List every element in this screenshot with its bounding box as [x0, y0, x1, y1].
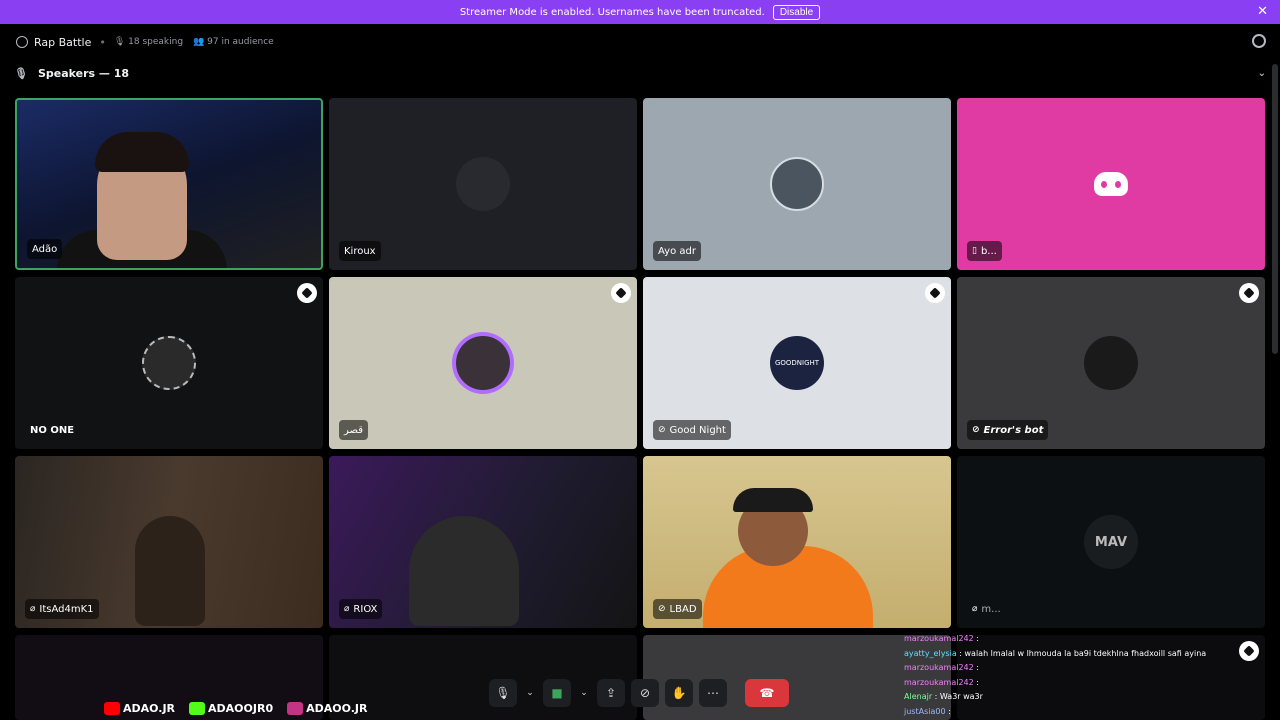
speaker-tile[interactable]: Ayo adr [643, 98, 951, 270]
speaker-tile[interactable]: Kiroux [329, 98, 637, 270]
invite-speaker-button[interactable]: ✋ [665, 679, 693, 707]
mic-button[interactable]: 🎙 [489, 679, 517, 707]
video-feed [409, 516, 519, 626]
muted-icon: ⌀ [344, 604, 350, 614]
speakers-section-header[interactable]: 🎙 Speakers — 18 ⌄ [0, 62, 1280, 84]
moderator-badge-icon [1239, 283, 1259, 303]
youtube-handle: ADAO.JR [104, 702, 175, 715]
people-icon: 👥 [193, 37, 208, 47]
chat-message: Alenajr : Wa3r wa3r [904, 692, 983, 702]
instagram-icon [287, 702, 304, 715]
stage-header: Rap Battle • 🎙 18 speaking 👥 97 in audie… [0, 24, 1280, 60]
youtube-icon [104, 702, 120, 715]
muted-icon: ⌀ [30, 604, 36, 614]
speaker-name: NO ONE [30, 424, 75, 436]
avatar: GOODNIGHT [770, 336, 824, 390]
speaker-name: ⊘ Error's bot [967, 420, 1049, 440]
avatar: MAV [1084, 515, 1138, 569]
moderator-badge-icon [297, 283, 317, 303]
avatar [1084, 336, 1138, 390]
close-icon[interactable]: ✕ [1257, 4, 1268, 19]
chevron-down-icon[interactable]: ⌄ [1258, 68, 1266, 79]
disable-streamer-mode-button[interactable]: Disable [772, 4, 821, 20]
chat-message: marzoukamal242 : [904, 634, 979, 643]
discord-icon [1094, 172, 1128, 196]
stage-title: Rap Battle [34, 35, 92, 49]
stream-chat-overlay: marzoukamal242 : ayatty_elysia : walah l… [904, 632, 1244, 720]
speaker-name: ⌀ ItsAd4mK1 [25, 599, 99, 619]
phone-icon: ▯ [972, 246, 977, 256]
streamer-mode-banner: Streamer Mode is enabled. Usernames have… [0, 0, 1280, 24]
speaker-tile[interactable]: قصر [329, 277, 637, 449]
muted-icon: ⊘ [658, 604, 666, 614]
instagram-handle: ADAOO.JR [287, 702, 367, 715]
mic-icon: 🎙 [14, 66, 28, 80]
speaker-name: Kiroux [339, 241, 381, 261]
muted-icon: ⊘ [658, 425, 666, 435]
speaker-tile[interactable]: ⊘ LBAD [643, 456, 951, 628]
avatar [456, 336, 510, 390]
separator: • [99, 35, 106, 49]
speaker-tile[interactable]: MAV ⌀ m... [957, 456, 1265, 628]
speaker-tile[interactable]: ⌀ ItsAd4mK1 [15, 456, 323, 628]
video-feed [95, 132, 189, 172]
speaker-tile[interactable]: NO ONE [15, 277, 323, 449]
mic-icon: 🎙 [113, 37, 129, 47]
screen-share-button[interactable]: ⇪ [597, 679, 625, 707]
chat-bubble-icon[interactable] [1252, 34, 1266, 48]
speaker-name: Ayo adr [653, 241, 701, 261]
chevron-down-icon[interactable]: ⌄ [577, 679, 591, 707]
kick-icon [189, 702, 206, 715]
speaker-name: ⊘ Good Night [653, 420, 731, 440]
speaker-name: ⊘ LBAD [653, 599, 702, 619]
leave-call-button[interactable]: ☎ [745, 679, 789, 707]
stage-icon [16, 36, 28, 48]
avatar [456, 157, 510, 211]
scrollbar[interactable] [1272, 64, 1278, 354]
speaker-name: ▯ b... [967, 241, 1002, 261]
speaker-name: قصر [339, 420, 368, 440]
speaker-tile[interactable]: GOODNIGHT ⊘ Good Night [643, 277, 951, 449]
call-controls: 🎙 ⌄ ■ ⌄ ⇪ ⊘ ✋ ⋯ ☎ [489, 676, 789, 710]
chevron-down-icon[interactable]: ⌄ [523, 679, 537, 707]
streamer-socials: ADAO.JR ADAOOJR0 ADAOO.JR [104, 702, 367, 715]
speaker-tile[interactable]: ⊘ Error's bot [957, 277, 1265, 449]
avatar [142, 336, 196, 390]
speaker-tile[interactable]: ▯ b... [957, 98, 1265, 270]
more-options-button[interactable]: ⋯ [699, 679, 727, 707]
stop-video-button[interactable]: ⊘ [631, 679, 659, 707]
chat-message: justAsia00 : [904, 706, 951, 716]
speakers-label: Speakers — 18 [37, 66, 130, 80]
speaking-count: 🎙 18 speaking [113, 37, 184, 47]
moderator-badge-icon [611, 283, 631, 303]
video-feed [135, 516, 205, 626]
audience-count: 👥 97 in audience [193, 37, 274, 47]
avatar [770, 157, 824, 211]
speaker-name: Adão [27, 239, 63, 259]
moderator-badge-icon [925, 283, 945, 303]
chat-message: ayatty_elysia : walah lmalal w lhmouda l… [904, 648, 1207, 658]
muted-icon: ⌀ [972, 604, 978, 614]
camera-button[interactable]: ■ [543, 679, 571, 707]
chat-message: marzoukamal242 : [904, 663, 979, 673]
chat-message: marzoukamal242 : [904, 677, 979, 687]
kick-handle: ADAOOJR0 [189, 702, 273, 715]
speaker-tile[interactable]: Adão [15, 98, 323, 270]
speaker-tile[interactable]: ⌀ RIOX [329, 456, 637, 628]
speaker-name: ⌀ RIOX [339, 599, 383, 619]
speaker-name: ⌀ m... [972, 603, 1001, 615]
banner-text: Streamer Mode is enabled. Usernames have… [459, 6, 765, 18]
video-feed [733, 488, 813, 512]
muted-icon: ⊘ [972, 425, 980, 435]
